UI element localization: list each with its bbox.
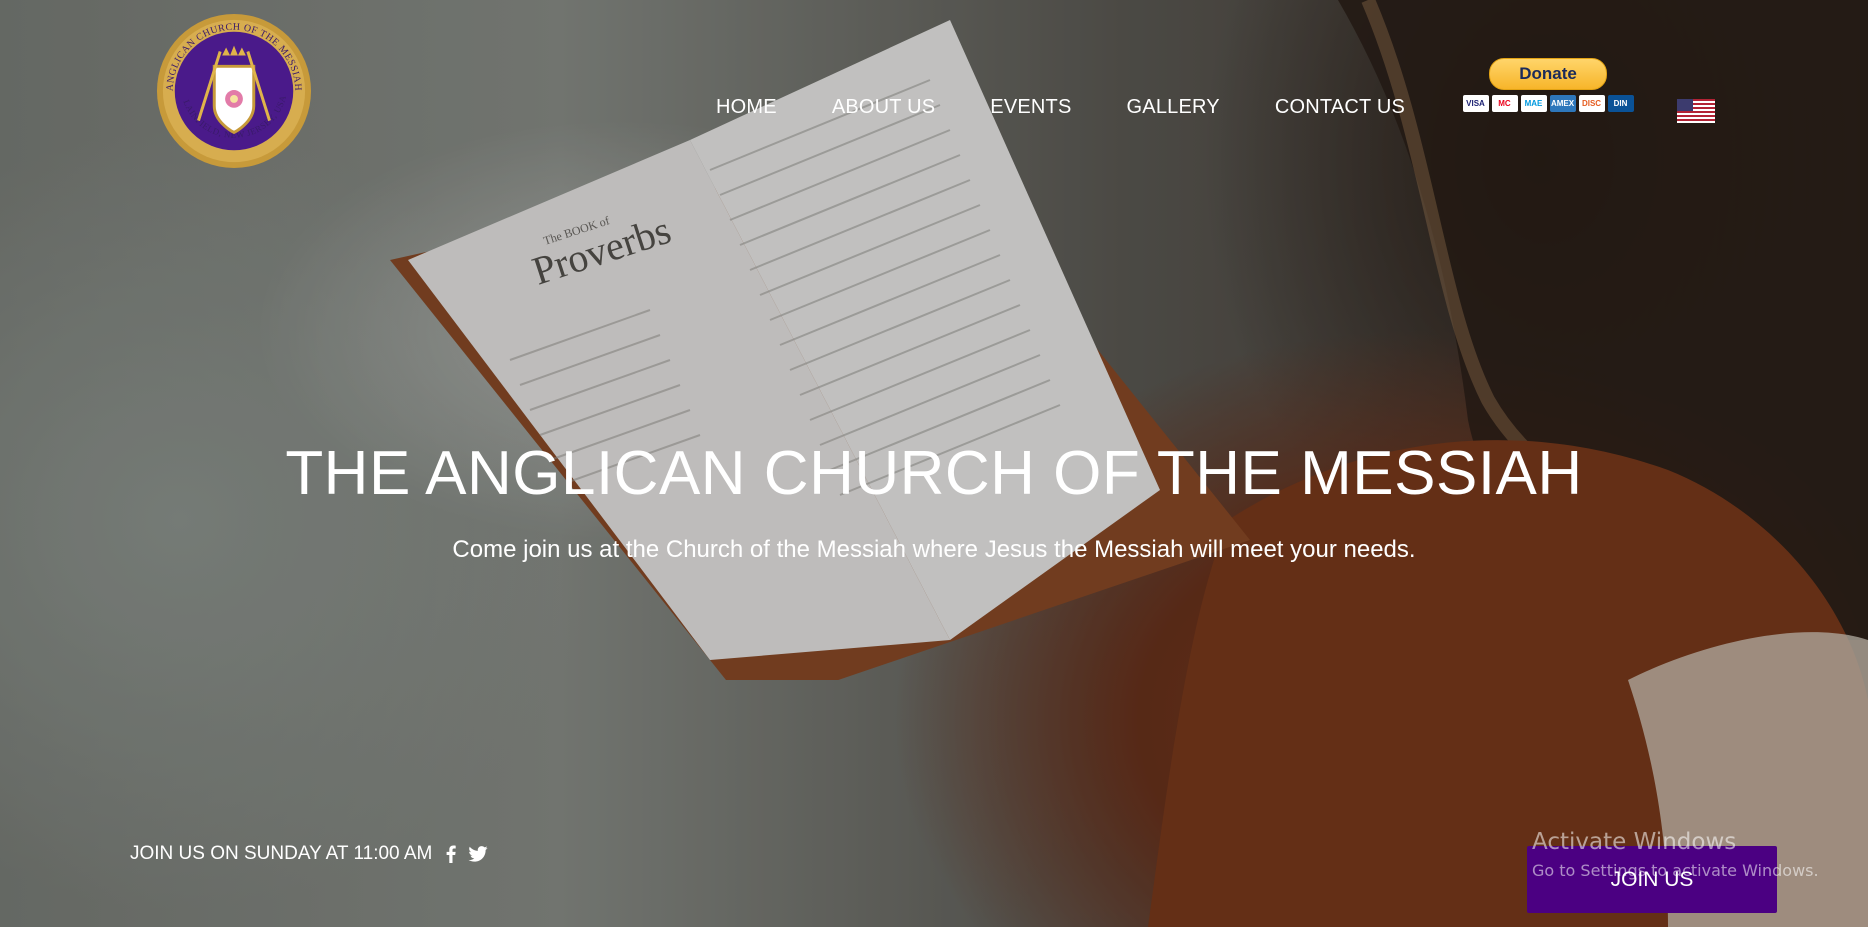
service-time-text: JOIN US ON SUNDAY AT 11:00 AM [130,843,433,864]
service-time-bar: JOIN US ON SUNDAY AT 11:00 AM [130,843,488,865]
hero-subtitle: Come join us at the Church of the Messia… [452,536,1416,563]
paypal-donate: Donate VISA MC MAE AMEX DISC DIN [1455,58,1641,112]
social-links [446,845,488,863]
diners-card-icon: DIN [1607,95,1634,112]
mastercard-icon: MC [1491,95,1518,112]
facebook-icon[interactable] [446,845,457,863]
donate-button[interactable]: Donate [1489,58,1607,90]
nav-home[interactable]: HOME [716,96,777,119]
hero-title: THE ANGLICAN CHURCH OF THE MESSIAH [285,439,1583,508]
us-flag-icon[interactable] [1677,99,1715,123]
church-logo[interactable]: ANGLICAN CHURCH OF THE MESSIAH PLAINFIEL… [155,12,313,170]
nav-contact-us[interactable]: CONTACT US [1275,96,1405,119]
main-nav: HOME ABOUT US EVENTS GALLERY CONTACT US [716,96,1460,119]
maestro-icon: MAE [1520,95,1547,112]
amex-card-icon: AMEX [1549,95,1576,112]
hero-section: The BOOK of Proverbs ANGLICAN CHURCH OF … [0,0,1868,927]
twitter-icon[interactable] [468,846,488,862]
visa-card-icon: VISA [1462,95,1489,112]
nav-gallery[interactable]: GALLERY [1127,96,1220,119]
payment-card-icons: VISA MC MAE AMEX DISC DIN [1455,95,1641,112]
discover-card-icon: DISC [1578,95,1605,112]
join-us-button[interactable]: JOIN US [1527,846,1777,913]
nav-about-us[interactable]: ABOUT US [832,96,935,119]
nav-events[interactable]: EVENTS [990,96,1071,119]
